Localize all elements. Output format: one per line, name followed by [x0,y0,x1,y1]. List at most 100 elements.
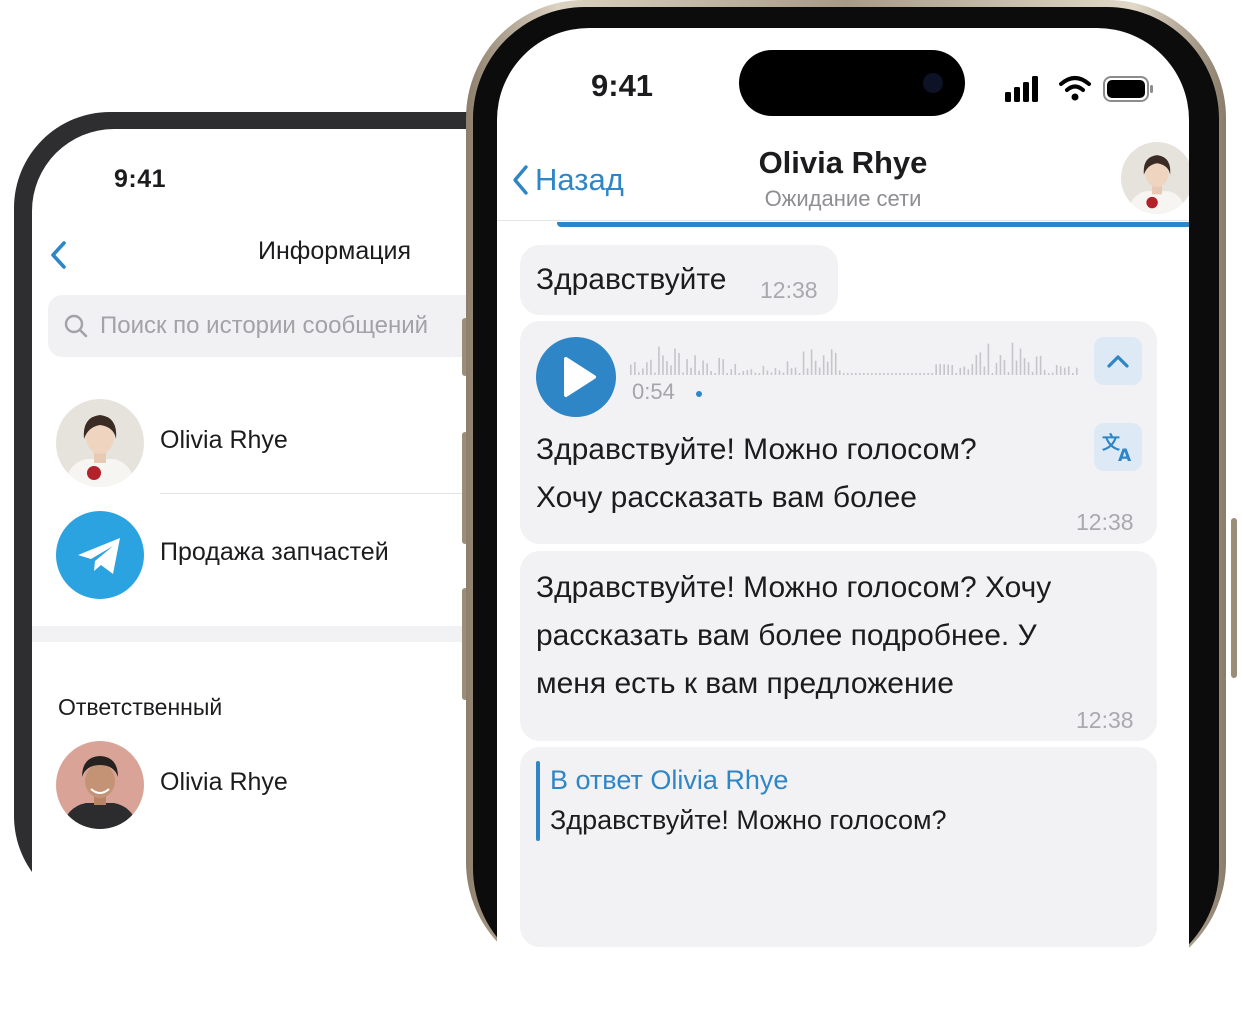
waveform-bar [959,367,962,375]
waveform-bar [975,355,978,375]
waveform-bar [875,373,877,375]
waveform-bar [951,365,954,375]
waveform-bar [1015,360,1018,375]
waveform-bar [734,363,737,375]
waveform-bar [1007,372,1010,375]
waveform-bar [1075,367,1078,375]
waveform-bar [686,359,688,375]
waveform-bar [838,370,841,375]
chat-screen: 9:41 Назад Olivia Rhye Ожидание сети Здр… [497,28,1189,1028]
waveform-bar [1027,362,1030,375]
waveform-bar [871,373,873,375]
status-icons [1005,76,1153,102]
waveform-bar [1059,366,1062,375]
waveform-bar [983,366,986,375]
message-bubble[interactable]: Здравствуйте 12:38 [520,245,838,315]
message-bubble[interactable]: Здравствуйте! Можно голосом? Хочу расска… [520,551,1157,741]
waveform-bar [774,368,777,375]
page-title: Информация [258,237,412,265]
channel-name: Продажа запчастей [160,538,389,566]
translate-button[interactable]: 文 A [1094,423,1142,471]
waveform-bar [1039,355,1042,375]
waveform-bar [806,368,809,375]
waveform-bar [742,371,745,375]
waveform-bar [899,373,901,375]
chat-status: Ожидание сети [764,186,922,211]
waveform-bar [822,355,825,375]
battery-icon [1103,76,1153,102]
waveform-bar [911,373,913,375]
waveform-bar [698,370,700,375]
waveform-bar [991,373,994,375]
waveform[interactable] [630,339,1080,375]
waveform-bar [690,367,692,375]
reply-bar [536,761,540,841]
play-button[interactable] [536,337,616,417]
connection-progress-bar [557,222,1189,227]
waveform-bar [1071,372,1074,375]
waveform-bar [654,372,656,375]
telegram-icon [56,511,144,599]
waveform-bar [798,373,801,375]
wifi-icon [1059,76,1091,101]
avatar[interactable] [1121,142,1189,214]
waveform-bar [971,364,974,375]
reply-message-bubble[interactable]: В ответ Olivia Rhye Здравствуйте! Можно … [520,747,1157,947]
waveform-bar [682,372,684,375]
waveform-bar [770,372,773,375]
waveform-bar [927,373,929,375]
waveform-bar [907,373,909,375]
svg-text:A: A [1118,446,1132,466]
contact-row[interactable]: Olivia Rhye [32,391,512,491]
search-input[interactable]: Поиск по истории сообщений [48,295,508,357]
chat-phone: 9:41 Назад Olivia Rhye Ожидание сети Здр… [466,0,1226,1028]
waveform-bar [710,371,712,375]
waveform-bar [842,373,845,375]
waveform-bar [855,373,857,375]
waveform-bar [802,351,805,375]
transcript-line: Хочу рассказать вам более [536,481,917,514]
waveform-bar [670,365,672,375]
waveform-bar [859,373,861,375]
waveform-bar [786,361,789,375]
collapse-transcript-button[interactable] [1094,337,1142,385]
waveform-bar [726,373,729,375]
waveform-bar [642,368,644,375]
waveform-bar [867,373,869,375]
reply-to-label[interactable]: В ответ Olivia Rhye [550,765,788,796]
message-text-line: рассказать вам более подробнее. У [536,619,1037,652]
waveform-bar [754,372,757,375]
waveform-bar [967,369,970,375]
waveform-bar [947,364,950,375]
waveform-bar [1019,348,1022,375]
responsible-name: Olivia Rhye [160,768,288,796]
contact-name: Olivia Rhye [160,426,288,454]
section-gap [32,626,512,642]
waveform-bar [850,373,853,375]
channel-row[interactable]: Продажа запчастей [32,503,512,603]
avatar [56,399,144,487]
waveform-bar [678,352,680,375]
waveform-bar [758,373,761,375]
waveform-bar [935,364,937,375]
waveform-bar [638,372,640,375]
reply-quote: Здравствуйте! Можно голосом? [550,805,947,835]
waveform-bar [646,362,648,375]
waveform-bar [814,360,817,375]
back-chevron-icon[interactable] [44,237,74,273]
waveform-bar [999,355,1002,375]
waveform-bar [830,349,833,375]
waveform-bar [931,373,933,375]
responsible-row[interactable]: Olivia Rhye [32,733,512,833]
waveform-bar [818,367,821,375]
message-text: Здравствуйте [536,263,727,296]
section-label: Ответственный [58,694,223,720]
waveform-bar [722,359,725,375]
message-text-line: меня есть к вам предложение [536,667,954,700]
nav-divider [497,220,1189,221]
play-icon [564,357,596,397]
transcript-line: Здравствуйте! Можно голосом? [536,433,977,466]
waveform-bar [1023,358,1026,375]
chevron-up-icon [1107,355,1129,368]
waveform-bar [778,370,781,375]
